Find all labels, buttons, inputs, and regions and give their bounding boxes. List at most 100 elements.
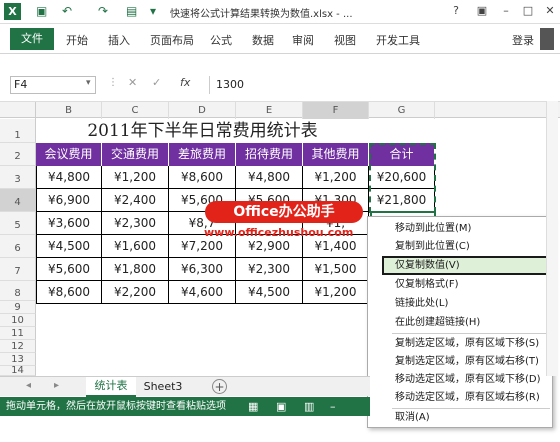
status-bar: 拖动单元格，然后在放开鼠标按键时查看粘贴选项 ▦ ▣ ▥ – xyxy=(0,397,370,416)
sheet-tab[interactable]: Sheet3 xyxy=(140,377,186,397)
menu-item-move-shift-right[interactable]: 移动选定区域，原有区域右移(R) xyxy=(395,389,551,407)
page-break-view-icon[interactable]: ▥ xyxy=(304,397,314,416)
data-cell[interactable]: ¥1,200 xyxy=(102,166,169,189)
next-sheet-icon[interactable]: ▸ xyxy=(54,380,59,391)
normal-view-icon[interactable]: ▣ xyxy=(276,397,286,416)
more-icon: ⋮ xyxy=(108,77,118,88)
copy-marquee xyxy=(369,143,436,213)
menu-item-cancel[interactable]: 取消(A) xyxy=(395,409,551,427)
sheet-tab-active[interactable]: 统计表 xyxy=(86,377,136,397)
header-cell[interactable]: 差旅费用 xyxy=(169,143,236,166)
column-header[interactable]: F xyxy=(303,102,369,119)
data-cell[interactable]: ¥6,900 xyxy=(36,189,102,212)
data-cell[interactable]: ¥8,600 xyxy=(169,166,236,189)
row-header[interactable]: 3 xyxy=(0,166,36,189)
customize-qat-icon[interactable]: ▾ xyxy=(150,4,156,18)
tab-formulas[interactable]: 公式 xyxy=(210,32,232,48)
row-header[interactable]: 6 xyxy=(0,235,36,258)
user-avatar[interactable] xyxy=(540,28,554,50)
data-cell[interactable]: ¥2,200 xyxy=(102,281,169,304)
menu-item-create-hyperlink[interactable]: 在此创建超链接(H) xyxy=(395,314,551,332)
tab-view[interactable]: 视图 xyxy=(334,32,356,48)
data-cell[interactable]: ¥6,300 xyxy=(169,258,236,281)
row-header[interactable]: 5 xyxy=(0,212,36,235)
minimize-icon[interactable]: – xyxy=(498,3,514,19)
data-cell[interactable]: ¥4,800 xyxy=(236,166,303,189)
tab-developer[interactable]: 开发工具 xyxy=(376,32,420,48)
data-cell[interactable]: ¥5,600 xyxy=(36,258,102,281)
window-title: 快速将公式计算结果转换为数值.xlsx - ... xyxy=(170,9,353,20)
header-cell[interactable]: 会议费用 xyxy=(36,143,102,166)
data-cell[interactable]: ¥8,600 xyxy=(36,281,102,304)
row-header[interactable]: 7 xyxy=(0,258,36,281)
column-header[interactable]: B xyxy=(36,102,102,119)
row-header[interactable]: 9 xyxy=(0,301,36,314)
data-cell[interactable]: ¥1,200 xyxy=(303,281,369,304)
data-cell[interactable]: ¥2,300 xyxy=(236,258,303,281)
row-header[interactable]: 1 xyxy=(0,119,36,143)
data-cell[interactable]: ¥1,500 xyxy=(303,258,369,281)
row-header[interactable]: 8 xyxy=(0,281,36,301)
row-header[interactable]: 12 xyxy=(0,340,36,353)
header-cell[interactable]: 交通费用 xyxy=(102,143,169,166)
confirm-entry-icon[interactable]: ✓ xyxy=(152,76,161,89)
tab-data[interactable]: 数据 xyxy=(252,32,274,48)
zoom-out-icon[interactable]: – xyxy=(330,397,336,416)
column-header[interactable]: D xyxy=(169,102,236,119)
tab-insert[interactable]: 插入 xyxy=(108,32,130,48)
data-cell[interactable]: ¥4,500 xyxy=(36,235,102,258)
preview-icon[interactable]: ▤ xyxy=(126,4,137,18)
data-cell[interactable]: ¥1,200 xyxy=(303,166,369,189)
cancel-entry-icon[interactable]: ✕ xyxy=(128,76,137,89)
column-header[interactable]: G xyxy=(369,102,435,119)
help-icon[interactable]: ? xyxy=(448,3,464,19)
name-box-dropdown-icon[interactable]: ▾ xyxy=(86,78,91,88)
column-header[interactable]: E xyxy=(236,102,303,119)
menu-item-move-shift-down[interactable]: 移动选定区域，原有区域下移(D) xyxy=(395,371,551,389)
row-header[interactable]: 2 xyxy=(0,143,36,166)
header-cell[interactable]: 其他费用 xyxy=(303,143,369,166)
column-header[interactable]: C xyxy=(102,102,169,119)
close-icon[interactable]: ✕ xyxy=(542,3,558,19)
tab-page-layout[interactable]: 页面布局 xyxy=(150,32,194,48)
menu-item-copy-shift-right[interactable]: 复制选定区域，原有区域右移(T) xyxy=(395,353,551,371)
data-cell[interactable]: ¥4,600 xyxy=(169,281,236,304)
data-cell[interactable]: ¥4,800 xyxy=(36,166,102,189)
menu-item-link-here[interactable]: 链接此处(L) xyxy=(395,295,551,313)
menu-item-move-here[interactable]: 移动到此位置(M) xyxy=(395,220,551,238)
tab-home[interactable]: 开始 xyxy=(66,32,88,48)
data-cell[interactable]: ¥1,600 xyxy=(102,235,169,258)
insert-function-icon[interactable]: fx xyxy=(180,76,190,89)
row-header[interactable]: 11 xyxy=(0,327,36,340)
maximize-icon[interactable]: □ xyxy=(520,3,536,19)
row-header[interactable]: 10 xyxy=(0,314,36,327)
add-sheet-icon[interactable]: + xyxy=(212,379,227,394)
ribbon-display-icon[interactable]: ▣ xyxy=(474,3,490,19)
save-icon[interactable]: ▣ xyxy=(36,4,47,18)
formula-input[interactable]: 1300 xyxy=(209,76,554,94)
data-cell[interactable]: ¥2,400 xyxy=(102,189,169,212)
login-link[interactable]: 登录 xyxy=(512,32,534,48)
context-menu: 移动到此位置(M) 复制到此位置(C) 仅复制数值(V) 仅复制格式(F) 链接… xyxy=(367,216,553,428)
data-cell[interactable]: ¥2,300 xyxy=(102,212,169,235)
row-header[interactable]: 14 xyxy=(0,366,36,376)
menu-item-copy-formats-only[interactable]: 仅复制格式(F) xyxy=(395,276,551,294)
header-cell[interactable]: 招待费用 xyxy=(236,143,303,166)
menu-item-copy-here[interactable]: 复制到此位置(C) xyxy=(395,238,551,256)
redo-icon[interactable]: ↷ xyxy=(98,4,108,18)
vertical-scrollbar[interactable] xyxy=(546,101,558,376)
tab-review[interactable]: 审阅 xyxy=(292,32,314,48)
menu-item-copy-shift-down[interactable]: 复制选定区域，原有区域下移(S) xyxy=(395,335,551,353)
data-cell[interactable]: ¥4,500 xyxy=(236,281,303,304)
row-header[interactable]: 4 xyxy=(0,189,36,212)
data-cell[interactable]: ¥3,600 xyxy=(36,212,102,235)
name-box[interactable]: F4 xyxy=(10,76,96,94)
select-all-corner[interactable] xyxy=(0,102,36,119)
page-layout-view-icon[interactable]: ▦ xyxy=(248,397,258,416)
sheet-tab-bar: ◂ ▸ 统计表 Sheet3 + xyxy=(0,376,370,397)
data-cell[interactable]: ¥1,800 xyxy=(102,258,169,281)
prev-sheet-icon[interactable]: ◂ xyxy=(26,380,31,391)
tab-file[interactable]: 文件 xyxy=(10,28,54,50)
menu-item-copy-values-only[interactable]: 仅复制数值(V) xyxy=(395,257,551,275)
undo-icon[interactable]: ↶ xyxy=(62,4,72,18)
